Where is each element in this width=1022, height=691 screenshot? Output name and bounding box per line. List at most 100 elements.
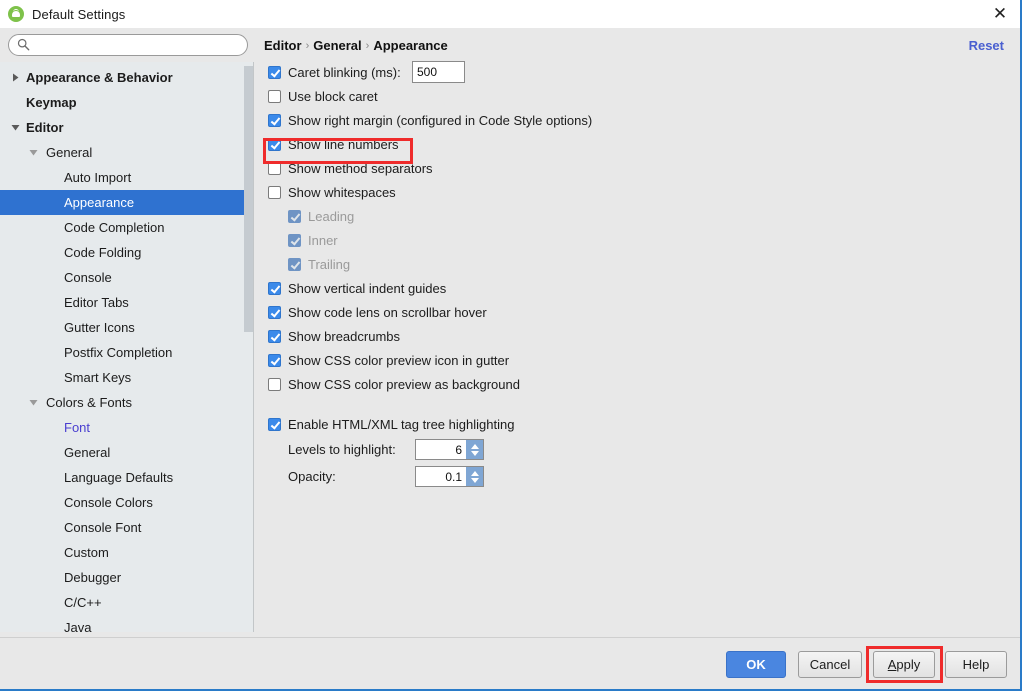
opacity-input[interactable]	[416, 467, 466, 486]
sidebar-item-postfix-completion[interactable]: Postfix Completion	[0, 340, 245, 365]
caret-blinking-label: Caret blinking (ms):	[288, 64, 401, 80]
option-row-use-block-caret: Use block caret	[268, 86, 378, 106]
chevron-down-icon[interactable]	[470, 450, 479, 456]
button-label-rest: pply	[896, 657, 921, 672]
opacity-spinner[interactable]	[415, 466, 484, 487]
opacity-label: Opacity:	[288, 469, 336, 484]
show-method-separators-checkbox[interactable]	[268, 161, 281, 175]
show-line-numbers-checkbox[interactable]	[268, 137, 281, 151]
sidebar-item-language-defaults[interactable]: Language Defaults	[0, 465, 245, 490]
levels-to-highlight-spinner[interactable]	[415, 439, 484, 460]
sidebar-item-label: Smart Keys	[64, 370, 132, 385]
tree-scrollbar[interactable]	[244, 62, 253, 632]
levels-to-highlight-label: Levels to highlight:	[288, 442, 396, 457]
show-css-color-preview-as-background-checkbox[interactable]	[268, 377, 281, 391]
sidebar-item-label: Gutter Icons	[64, 320, 135, 335]
levels-to-highlight-input[interactable]	[416, 440, 466, 459]
reset-link[interactable]: Reset	[969, 38, 1004, 53]
close-icon[interactable]: ✕	[990, 4, 1010, 24]
sidebar-item-general[interactable]: General	[0, 440, 245, 465]
sidebar-item-console-colors[interactable]: Console Colors	[0, 490, 245, 515]
sidebar-item-editor-tabs[interactable]: Editor Tabs	[0, 290, 245, 315]
show-css-color-preview-icon-in-gutter-checkbox[interactable]	[268, 353, 281, 367]
sidebar-item-label: Console Font	[64, 520, 142, 535]
help-button[interactable]: Help	[945, 651, 1007, 678]
caret-blinking-input[interactable]	[412, 61, 465, 83]
dialog-body: Appearance & Behavior Keymap Editor General…	[0, 28, 1020, 637]
chevron-up-icon[interactable]	[470, 443, 479, 449]
button-label: Help	[962, 657, 990, 672]
option-row-show-whitespaces: Show whitespaces	[268, 182, 396, 202]
sidebar-item-keymap[interactable]: Keymap	[0, 90, 245, 115]
opacity-spinner-buttons[interactable]	[466, 467, 483, 486]
tree-scrollbar-thumb[interactable]	[244, 66, 253, 332]
caret-blinking-checkbox[interactable]	[268, 65, 281, 79]
option-row-show-css-color-preview-as-background: Show CSS color preview as background	[268, 374, 520, 394]
breadcrumb-segment-appearance[interactable]: Appearance	[373, 38, 447, 53]
sidebar-item-console-font[interactable]: Console Font	[0, 515, 245, 540]
search-box	[8, 34, 248, 56]
sidebar-item-appearance[interactable]: Appearance	[0, 190, 245, 215]
android-studio-icon	[8, 6, 24, 22]
sidebar-item-debugger[interactable]: Debugger	[0, 565, 245, 590]
show-code-lens-on-scrollbar-hover-checkbox[interactable]	[268, 305, 281, 319]
sidebar-item-gutter-icons[interactable]: Gutter Icons	[0, 315, 245, 340]
sidebar-item-appearance-behavior[interactable]: Appearance & Behavior	[0, 65, 245, 90]
sidebar-item-label: Code Folding	[64, 245, 142, 260]
levels-spinner-buttons[interactable]	[466, 440, 483, 459]
sidebar-item-label: Postfix Completion	[64, 345, 173, 360]
option-row-caret-blinking: Caret blinking (ms):	[268, 62, 401, 82]
option-row-show-code-lens-on-scrollbar-hover: Show code lens on scrollbar hover	[268, 302, 487, 322]
tree-expanded-arrow-icon[interactable]	[8, 115, 22, 140]
title-bar: Default Settings ✕	[0, 0, 1020, 28]
tree-expanded-arrow-icon[interactable]	[26, 390, 40, 415]
sidebar-item-label: Java	[64, 620, 92, 632]
show-right-margin-configured-in-code-style-options-checkbox[interactable]	[268, 113, 281, 127]
sidebar-item-code-folding[interactable]: Code Folding	[0, 240, 245, 265]
tree-expanded-arrow-icon[interactable]	[26, 140, 40, 165]
search-input[interactable]	[8, 34, 248, 56]
option-row-trailing: Trailing	[288, 254, 350, 274]
sidebar-item-font[interactable]: Font	[0, 415, 245, 440]
sidebar-item-custom[interactable]: Custom	[0, 540, 245, 565]
sidebar-item-colors-fonts[interactable]: Colors & Fonts	[0, 390, 245, 415]
sidebar-item-auto-import[interactable]: Auto Import	[0, 165, 245, 190]
sidebar-item-label: Custom	[64, 545, 109, 560]
show-right-margin-configured-in-code-style-options-label: Show right margin (configured in Code St…	[288, 112, 593, 128]
sidebar-item-java[interactable]: Java	[0, 615, 245, 632]
option-row-show-line-numbers: Show line numbers	[268, 134, 399, 154]
show-whitespaces-checkbox[interactable]	[268, 185, 281, 199]
sidebar-item-editor[interactable]: Editor	[0, 115, 245, 140]
enable-html-xml-highlight-checkbox[interactable]	[268, 417, 281, 431]
sidebar-item-console[interactable]: Console	[0, 265, 245, 290]
chevron-down-icon[interactable]	[470, 477, 479, 483]
option-row-show-right-margin-configured-in-code-style-options: Show right margin (configured in Code St…	[268, 110, 592, 130]
show-method-separators-label: Show method separators	[288, 160, 433, 176]
window-title: Default Settings	[32, 6, 126, 22]
chevron-up-icon[interactable]	[470, 470, 479, 476]
sidebar-item-c-c[interactable]: C/C++	[0, 590, 245, 615]
option-row-enable-html-xml-highlight: Enable HTML/XML tag tree highlighting	[268, 414, 514, 434]
show-breadcrumbs-checkbox[interactable]	[268, 329, 281, 343]
option-row-inner: Inner	[288, 230, 338, 250]
button-label: Cancel	[809, 657, 851, 672]
cancel-button[interactable]: Cancel	[798, 651, 862, 678]
sidebar-item-general[interactable]: General	[0, 140, 245, 165]
sidebar-item-label: General	[46, 145, 93, 160]
breadcrumb-segment-general[interactable]: General	[313, 38, 361, 53]
apply-button[interactable]: Apply	[873, 651, 935, 678]
sidebar-item-smart-keys[interactable]: Smart Keys	[0, 365, 245, 390]
show-breadcrumbs-label: Show breadcrumbs	[288, 328, 400, 344]
tree-collapsed-arrow-icon[interactable]	[8, 65, 22, 90]
leading-checkbox	[288, 209, 301, 223]
breadcrumb-segment-editor[interactable]: Editor	[264, 38, 302, 53]
sidebar-item-code-completion[interactable]: Code Completion	[0, 215, 245, 240]
ok-button[interactable]: OK	[726, 651, 786, 678]
show-whitespaces-label: Show whitespaces	[288, 184, 396, 200]
show-vertical-indent-guides-checkbox[interactable]	[268, 281, 281, 295]
sidebar-item-label: Debugger	[64, 570, 122, 585]
settings-tree[interactable]: Appearance & Behavior Keymap Editor General…	[0, 62, 254, 632]
use-block-caret-checkbox[interactable]	[268, 89, 281, 103]
sidebar-item-label: Language Defaults	[64, 470, 174, 485]
sidebar-item-label: Auto Import	[64, 170, 132, 185]
